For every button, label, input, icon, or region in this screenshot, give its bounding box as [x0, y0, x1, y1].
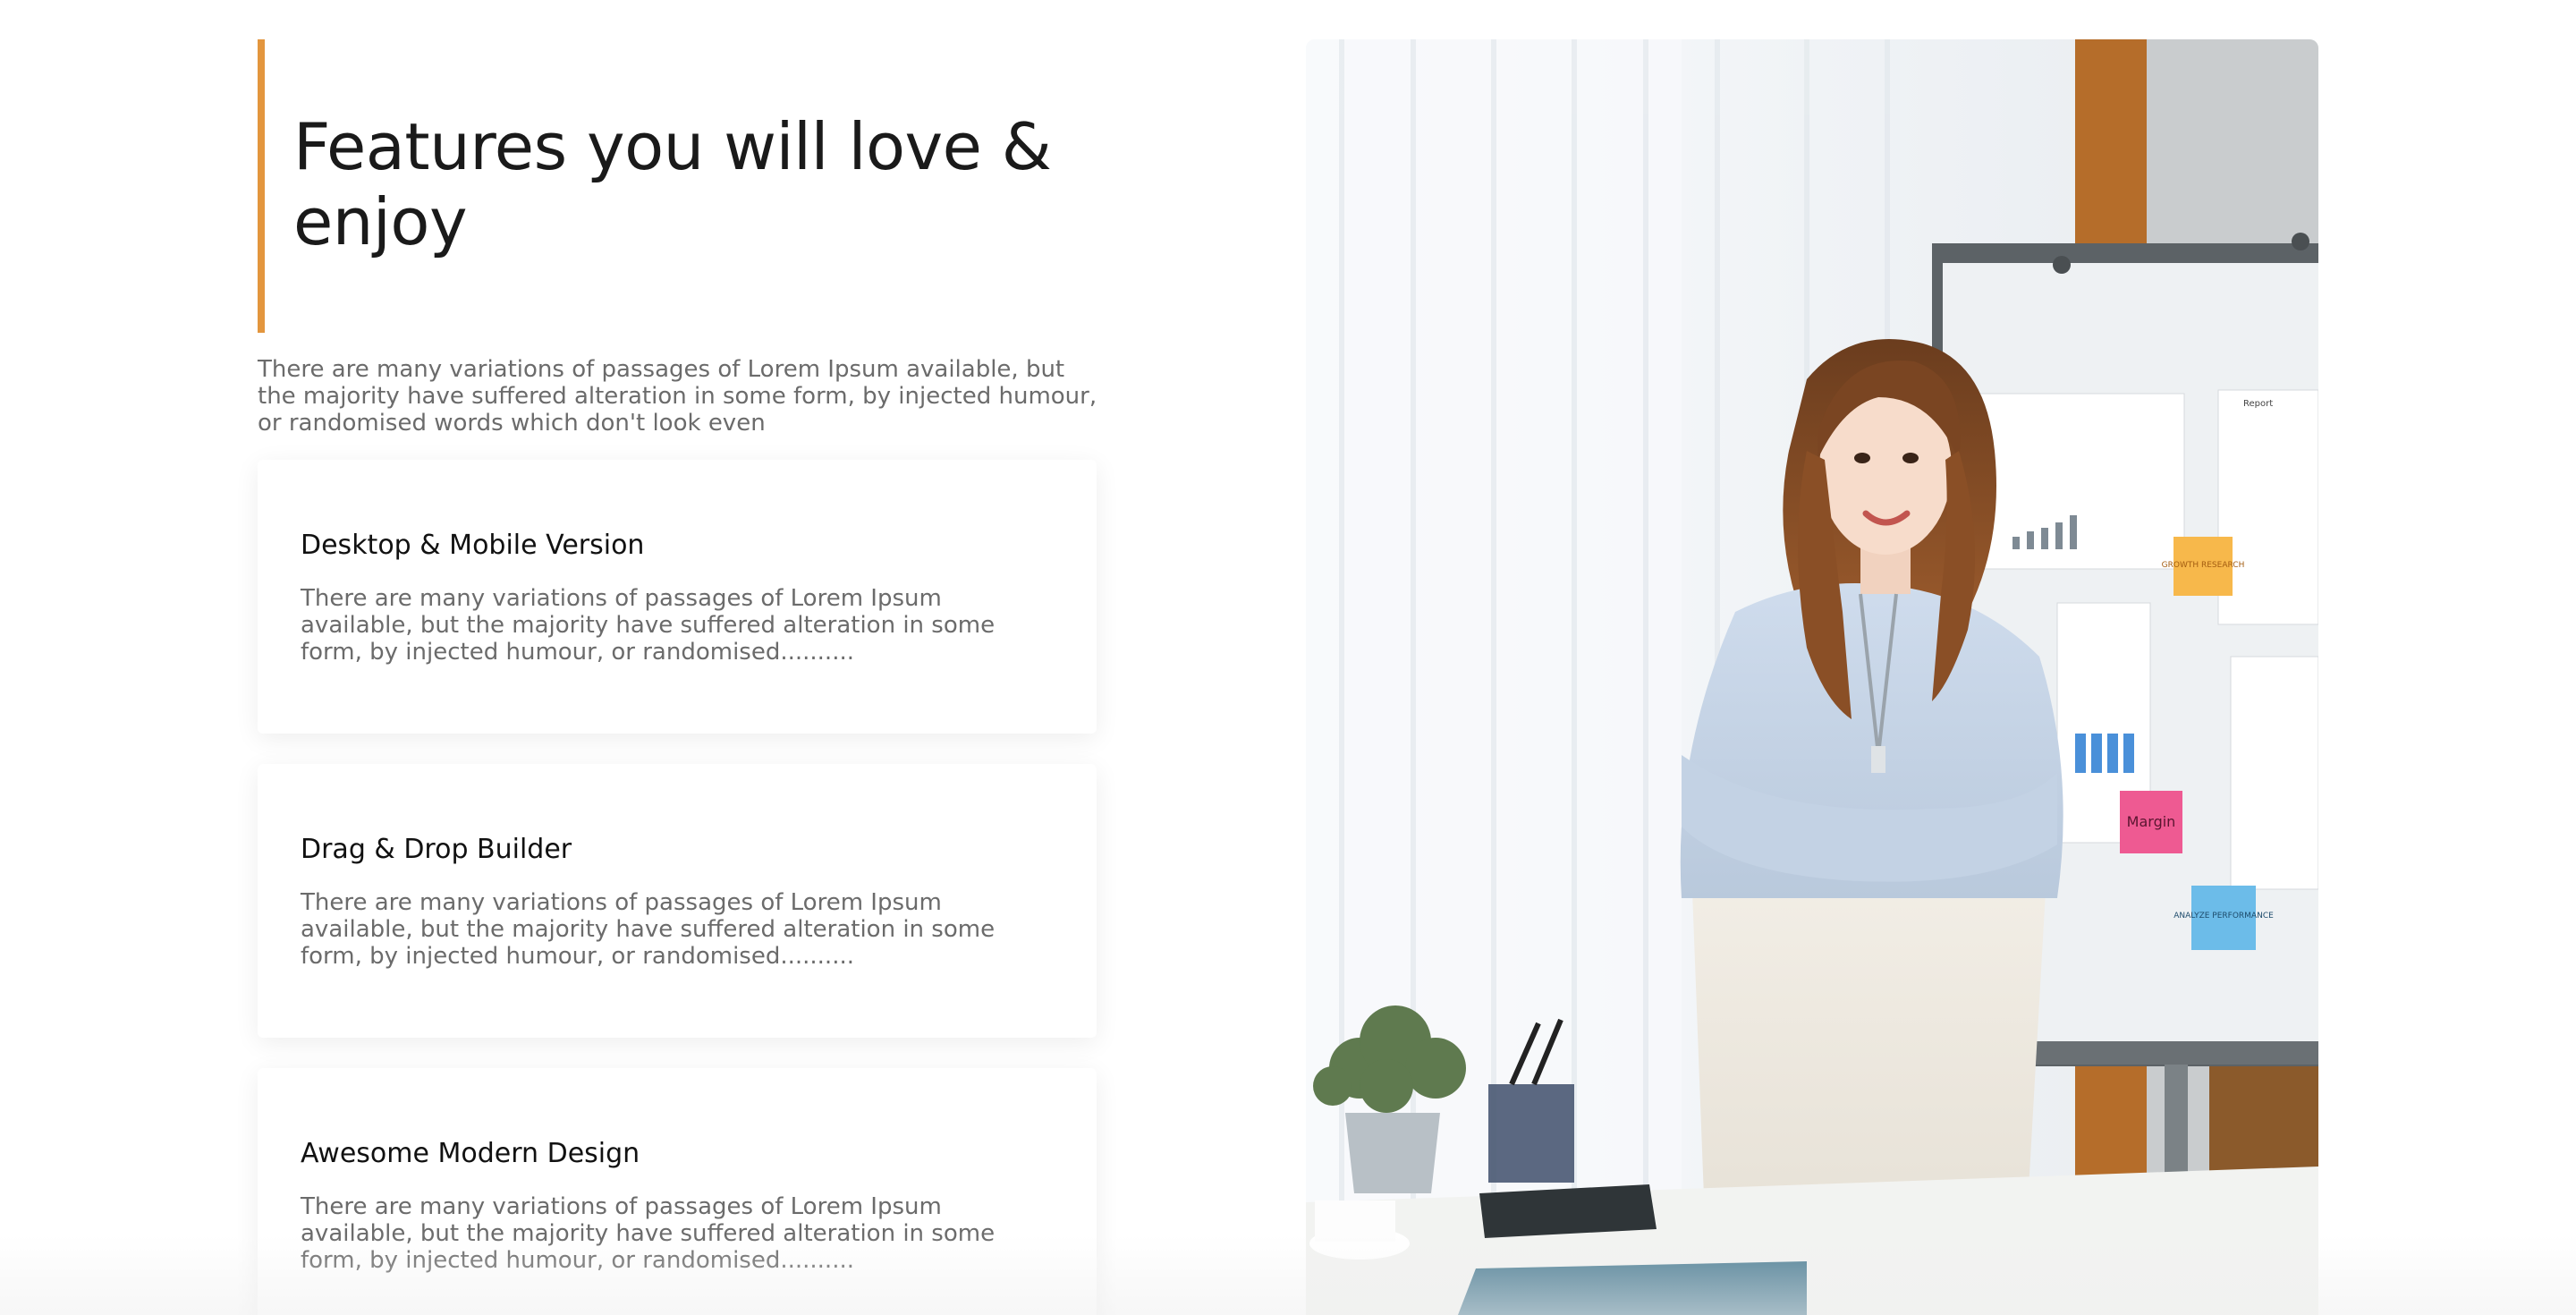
- section-title: Features you will love & enjoy: [293, 109, 1052, 259]
- feature-card-title: Awesome Modern Design: [301, 1138, 640, 1169]
- sticky-note-growth-text: GROWTH RESEARCH: [2162, 561, 2245, 570]
- section-intro: There are many variations of passages of…: [258, 356, 1097, 437]
- features-section: Features you will love & enjoy There are…: [0, 0, 2576, 1315]
- feature-card-desktop-mobile: Desktop & Mobile Version There are many …: [258, 460, 1097, 734]
- sticky-note-analyze-text: ANALYZE PERFORMANCE: [2174, 912, 2274, 920]
- feature-card-drag-drop: Drag & Drop Builder There are many varia…: [258, 764, 1097, 1038]
- feature-card-text: There are many variations of passages of…: [301, 889, 996, 970]
- office-woman-illustration: GROWTH RESEARCH Margin ANALYZE PERFORMAN…: [1306, 39, 2318, 1315]
- feature-card-title: Desktop & Mobile Version: [301, 530, 645, 561]
- feature-card-text: There are many variations of passages of…: [301, 585, 996, 666]
- board-report-label: Report: [2243, 399, 2273, 409]
- feature-card-list: Desktop & Mobile Version There are many …: [258, 460, 1098, 1315]
- heading-accent-block: Features you will love & enjoy: [258, 39, 1098, 333]
- feature-card-text: There are many variations of passages of…: [301, 1193, 996, 1274]
- feature-card-title: Drag & Drop Builder: [301, 834, 572, 865]
- features-text-column: Features you will love & enjoy There are…: [258, 39, 1098, 1315]
- feature-photo: GROWTH RESEARCH Margin ANALYZE PERFORMAN…: [1306, 39, 2318, 1315]
- sticky-note-margin-text: Margin: [2127, 813, 2176, 830]
- feature-card-modern-design: Awesome Modern Design There are many var…: [258, 1068, 1097, 1315]
